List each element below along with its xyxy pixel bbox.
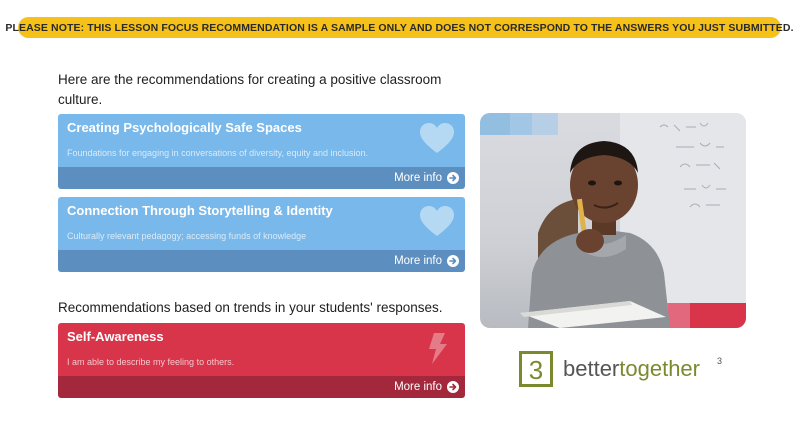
arrow-right-icon (447, 381, 459, 393)
more-info-button[interactable]: More info (58, 250, 465, 272)
recommendation-card-safe-spaces[interactable]: Creating Psychologically Safe Spaces Fou… (58, 114, 465, 189)
card-header: Creating Psychologically Safe Spaces Fou… (58, 114, 465, 167)
logo-superscript: 3 (717, 356, 722, 366)
logo-word-together: together (619, 356, 700, 381)
student-illustration (480, 113, 746, 328)
student-photo (480, 113, 746, 328)
lightning-icon (429, 333, 447, 364)
recommendation-card-storytelling[interactable]: Connection Through Storytelling & Identi… (58, 197, 465, 272)
card-header: Connection Through Storytelling & Identi… (58, 197, 465, 250)
card-title: Self-Awareness (67, 329, 164, 344)
heart-icon (420, 123, 454, 153)
logo-word-better: better (563, 356, 619, 381)
card-description: Foundations for engaging in conversation… (67, 148, 369, 158)
more-info-label: More info (394, 255, 442, 267)
card-title: Connection Through Storytelling & Identi… (67, 203, 333, 218)
card-title: Creating Psychologically Safe Spaces (67, 120, 302, 135)
card-header: Self-Awareness I am able to describe my … (58, 323, 465, 376)
more-info-label: More info (394, 172, 442, 184)
trends-heading: Recommendations based on trends in your … (58, 300, 443, 315)
card-description: I am able to describe my feeling to othe… (67, 357, 235, 367)
recommendations-intro-text: Here are the recommendations for creatin… (58, 72, 442, 107)
logo-mark-number: 3 (529, 355, 543, 385)
arrow-right-icon (447, 172, 459, 184)
card-description: Culturally relevant pedagogy; accessing … (67, 231, 307, 241)
sample-notice-banner: PLEASE NOTE: THIS LESSON FOCUS RECOMMEND… (5, 17, 794, 38)
arrow-right-icon (447, 255, 459, 267)
more-info-button[interactable]: More info (58, 167, 465, 189)
heart-icon (420, 206, 454, 236)
better-together-logo: 3 bettertogether 3 (519, 350, 739, 388)
more-info-label: More info (394, 381, 442, 393)
logo-wordmark: bettertogether (563, 356, 700, 381)
recommendation-card-self-awareness[interactable]: Self-Awareness I am able to describe my … (58, 323, 465, 398)
more-info-button[interactable]: More info (58, 376, 465, 398)
